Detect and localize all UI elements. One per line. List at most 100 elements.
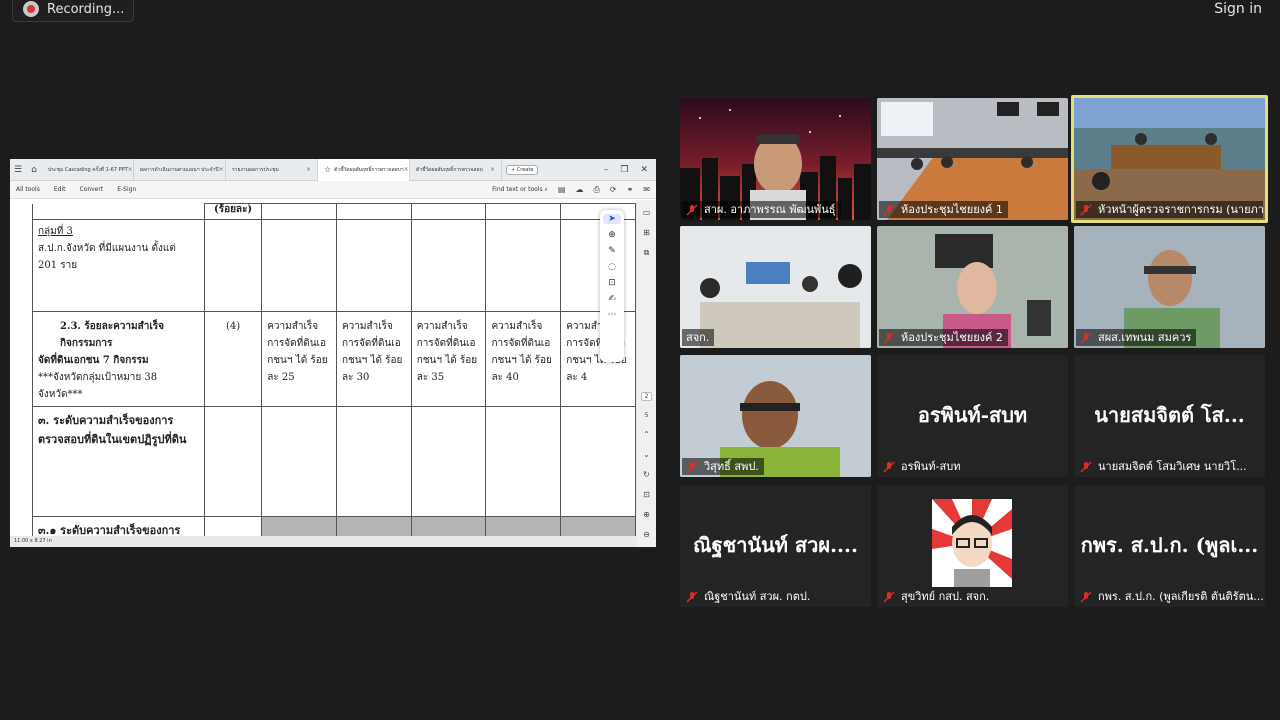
print-icon[interactable]: ⎙ xyxy=(593,185,599,195)
participant-tile[interactable]: สจก. xyxy=(680,226,871,348)
text-box-icon[interactable]: ⊡ xyxy=(608,278,616,288)
close-icon[interactable]: × xyxy=(490,166,495,173)
browser-tab[interactable]: ผลการดำเนินงานตามแผนฯ ประจำปี × xyxy=(134,159,226,181)
copy-icon[interactable]: ⧉ xyxy=(644,248,650,258)
bookmark-icon[interactable]: ⊞ xyxy=(643,228,650,237)
participant-tile[interactable]: กพร. ส.ป.ก. (พูลเ... กพร. ส.ป.ก. (พูลเกี… xyxy=(1074,485,1265,607)
participant-name: ณิฐชานันท์ สวผ. กตป. xyxy=(682,588,815,605)
participant-name: กพร. ส.ป.ก. (พูลเกียรติ ตันติรัตน... xyxy=(1076,588,1263,605)
participant-name: สาผ. อาภาพรรณ พัฒนพันธุ์ xyxy=(682,201,841,218)
participant-tile[interactable]: ห้องประชุมไชยยงค์ 1 xyxy=(877,98,1068,220)
menu-convert[interactable]: Convert xyxy=(79,186,103,193)
browser-tab-active[interactable]: ☆ ตัวชี้วัดผลสัมฤทธิ์การตรวจสอบฯ × xyxy=(318,159,410,181)
chevron-up-icon[interactable]: ⌃ xyxy=(643,430,650,439)
star-icon: ☆ xyxy=(324,165,332,174)
participant-display-name: ณิฐชานันท์ สวผ.... xyxy=(693,533,858,557)
page-number[interactable]: 2 xyxy=(640,392,653,401)
sign-in-button[interactable]: Sign in xyxy=(1214,1,1262,17)
link-icon[interactable]: ⚭ xyxy=(627,185,634,194)
indicator-3-1: ๓.๑ ระดับความสำเร็จของการตรวจสอบสิทธิและ… xyxy=(32,516,205,536)
comment-icon[interactable]: ▭ xyxy=(643,208,651,217)
mail-icon[interactable]: ✉ xyxy=(643,185,650,194)
mic-muted-icon xyxy=(1080,460,1092,473)
mic-muted-icon xyxy=(686,203,698,216)
participant-tile-active-speaker[interactable]: หัวหน้าผู้ตรวจราชการกรม (นายภาช... xyxy=(1071,95,1268,223)
participant-name: ห้องประชุมไชยยงค์ 2 xyxy=(879,329,1008,346)
participant-tile[interactable]: สาผ. อาภาพรรณ พัฒนพันธุ์ xyxy=(680,98,871,220)
close-icon[interactable]: × xyxy=(404,166,409,173)
recording-indicator[interactable]: Recording... xyxy=(12,0,134,22)
zoom-in-icon[interactable]: ⊕ xyxy=(643,510,650,519)
shared-screen: ☰ ⌂ ประชุม Cascading ครั้งที่ 1-67 PPT × … xyxy=(10,159,656,547)
level-4-cell: ความสำเร็จการจัดที่ดินเอกชนฯ ได้ ร้อยละ … xyxy=(485,311,562,407)
menu-esign[interactable]: E-Sign xyxy=(117,186,136,193)
cartoon-avatar xyxy=(932,499,1012,587)
close-window-icon[interactable]: ✕ xyxy=(640,165,648,175)
participant-tile[interactable]: สุขวิทย์ กสป. สจก. xyxy=(877,485,1068,607)
home-icon[interactable]: ⌂ xyxy=(26,165,42,175)
participant-name: สุขวิทย์ กสป. สจก. xyxy=(879,588,994,605)
mic-muted-icon xyxy=(1080,331,1092,344)
lasso-icon[interactable]: ◌ xyxy=(608,262,616,272)
pen-icon[interactable]: ✎ xyxy=(608,246,616,256)
participant-name: หัวหน้าผู้ตรวจราชการกรม (นายภาช... xyxy=(1076,201,1263,218)
mic-muted-icon xyxy=(686,460,698,473)
participant-tile[interactable]: ณิฐชานันท์ สวผ.... ณิฐชานันท์ สวผ. กตป. xyxy=(680,485,871,607)
mic-muted-icon xyxy=(1080,203,1092,216)
page-view-icon[interactable]: ▤ xyxy=(558,185,566,194)
browser-tab[interactable]: ตัวชี้วัดผลสัมฤทธิ์การตรวจสอบ × xyxy=(410,159,502,181)
select-cursor-icon[interactable]: ➤ xyxy=(603,214,621,224)
share-icon[interactable]: ⟳ xyxy=(610,185,617,194)
level-2-cell: ความสำเร็จการจัดที่ดินเอกชนฯ ได้ ร้อยละ … xyxy=(335,311,412,407)
chevron-down-icon[interactable]: ⌄ xyxy=(643,450,650,459)
minimize-icon[interactable]: – xyxy=(604,165,609,175)
zoom-out-icon[interactable]: ⊖ xyxy=(643,530,650,539)
mic-muted-icon xyxy=(883,203,895,216)
close-icon[interactable]: × xyxy=(128,166,133,173)
level-1-cell: ความสำเร็จการจัดที่ดินเอกชนฯ ได้ ร้อยละ … xyxy=(261,311,337,407)
refresh-icon[interactable]: ↻ xyxy=(643,470,650,479)
group-cell: กลุ่มที่ 3 ส.ป.ก.จังหวัด ที่มีแผนงาน ตั้… xyxy=(32,219,205,312)
find-text-button[interactable]: Find text or tools ⌕ xyxy=(492,186,548,194)
indicator-2-3: 2.3. ร้อยละความสำเร็จกิจกรรมการ จัดที่ดิ… xyxy=(32,311,205,407)
sign-icon[interactable]: ✍ xyxy=(608,294,616,304)
browser-tab[interactable]: ประชุม Cascading ครั้งที่ 1-67 PPT × xyxy=(42,159,134,181)
participant-name: สผส.เทพนม สมควร xyxy=(1076,329,1197,346)
participant-tile[interactable]: สผส.เทพนม สมควร xyxy=(1074,226,1265,348)
participant-name: นายสมจิตต์ โสมวิเศษ นายวิโ... xyxy=(1076,458,1252,475)
cloud-icon[interactable]: ☁ xyxy=(575,185,583,194)
maximize-icon[interactable]: ❐ xyxy=(620,165,628,175)
close-icon[interactable]: × xyxy=(306,166,311,173)
participant-tile[interactable]: อรพินท์-สบท อรพินท์-สบท xyxy=(877,355,1068,477)
participant-name: สจก. xyxy=(682,329,715,346)
participant-name: อรพินท์-สบท xyxy=(879,458,965,475)
recording-label: Recording... xyxy=(47,1,125,17)
close-icon[interactable]: × xyxy=(219,166,224,173)
record-icon xyxy=(23,1,39,17)
more-icon[interactable]: ⋯ xyxy=(608,310,617,320)
mic-muted-icon xyxy=(883,590,895,603)
fit-page-icon[interactable]: ⊡ xyxy=(643,490,650,499)
side-panel: ▭ ⊞ ⧉ 2 5 ⌃ ⌄ ↻ ⊡ ⊕ ⊖ xyxy=(637,200,656,547)
participant-tile[interactable]: ห้องประชุมไชยยงค์ 2 xyxy=(877,226,1068,348)
participant-tile[interactable]: นายสมจิตต์ โส... นายสมจิตต์ โสมวิเศษ นาย… xyxy=(1074,355,1265,477)
participant-name: วิสุทธิ์ สพป. xyxy=(682,458,764,475)
annotation-toolbar: ➤ ⊕ ✎ ◌ ⊡ ✍ ⋯ xyxy=(600,210,624,362)
search-icon: ⌕ xyxy=(544,185,548,193)
participant-tile[interactable]: วิสุทธิ์ สพป. xyxy=(680,355,871,477)
browser-tab[interactable]: รายงานผลการประชุม × xyxy=(226,159,318,181)
pdf-page: (ร้อยละ) กลุ่มที่ 3 ส.ป.ก.จังหวัด ที่มีแ… xyxy=(10,200,636,536)
menu-icon[interactable]: ☰ xyxy=(10,165,26,175)
pdf-toolbar: All tools Edit Convert E-Sign Find text … xyxy=(10,181,656,199)
document-table: (ร้อยละ) กลุ่มที่ 3 ส.ป.ก.จังหวัด ที่มีแ… xyxy=(32,203,636,536)
new-tab-button[interactable]: + Create xyxy=(506,164,539,175)
participant-display-name: กพร. ส.ป.ก. (พูลเ... xyxy=(1080,533,1259,557)
page-size: 11.00 x 8.27 in xyxy=(10,536,636,547)
menu-edit[interactable]: Edit xyxy=(54,186,66,193)
add-comment-icon[interactable]: ⊕ xyxy=(608,230,616,240)
mic-muted-icon xyxy=(883,460,895,473)
menu-all-tools[interactable]: All tools xyxy=(16,186,40,193)
participant-display-name: นายสมจิตต์ โส... xyxy=(1094,403,1245,427)
document-area[interactable]: (ร้อยละ) กลุ่มที่ 3 ส.ป.ก.จังหวัด ที่มีแ… xyxy=(10,200,656,547)
page-total: 5 xyxy=(644,412,649,419)
